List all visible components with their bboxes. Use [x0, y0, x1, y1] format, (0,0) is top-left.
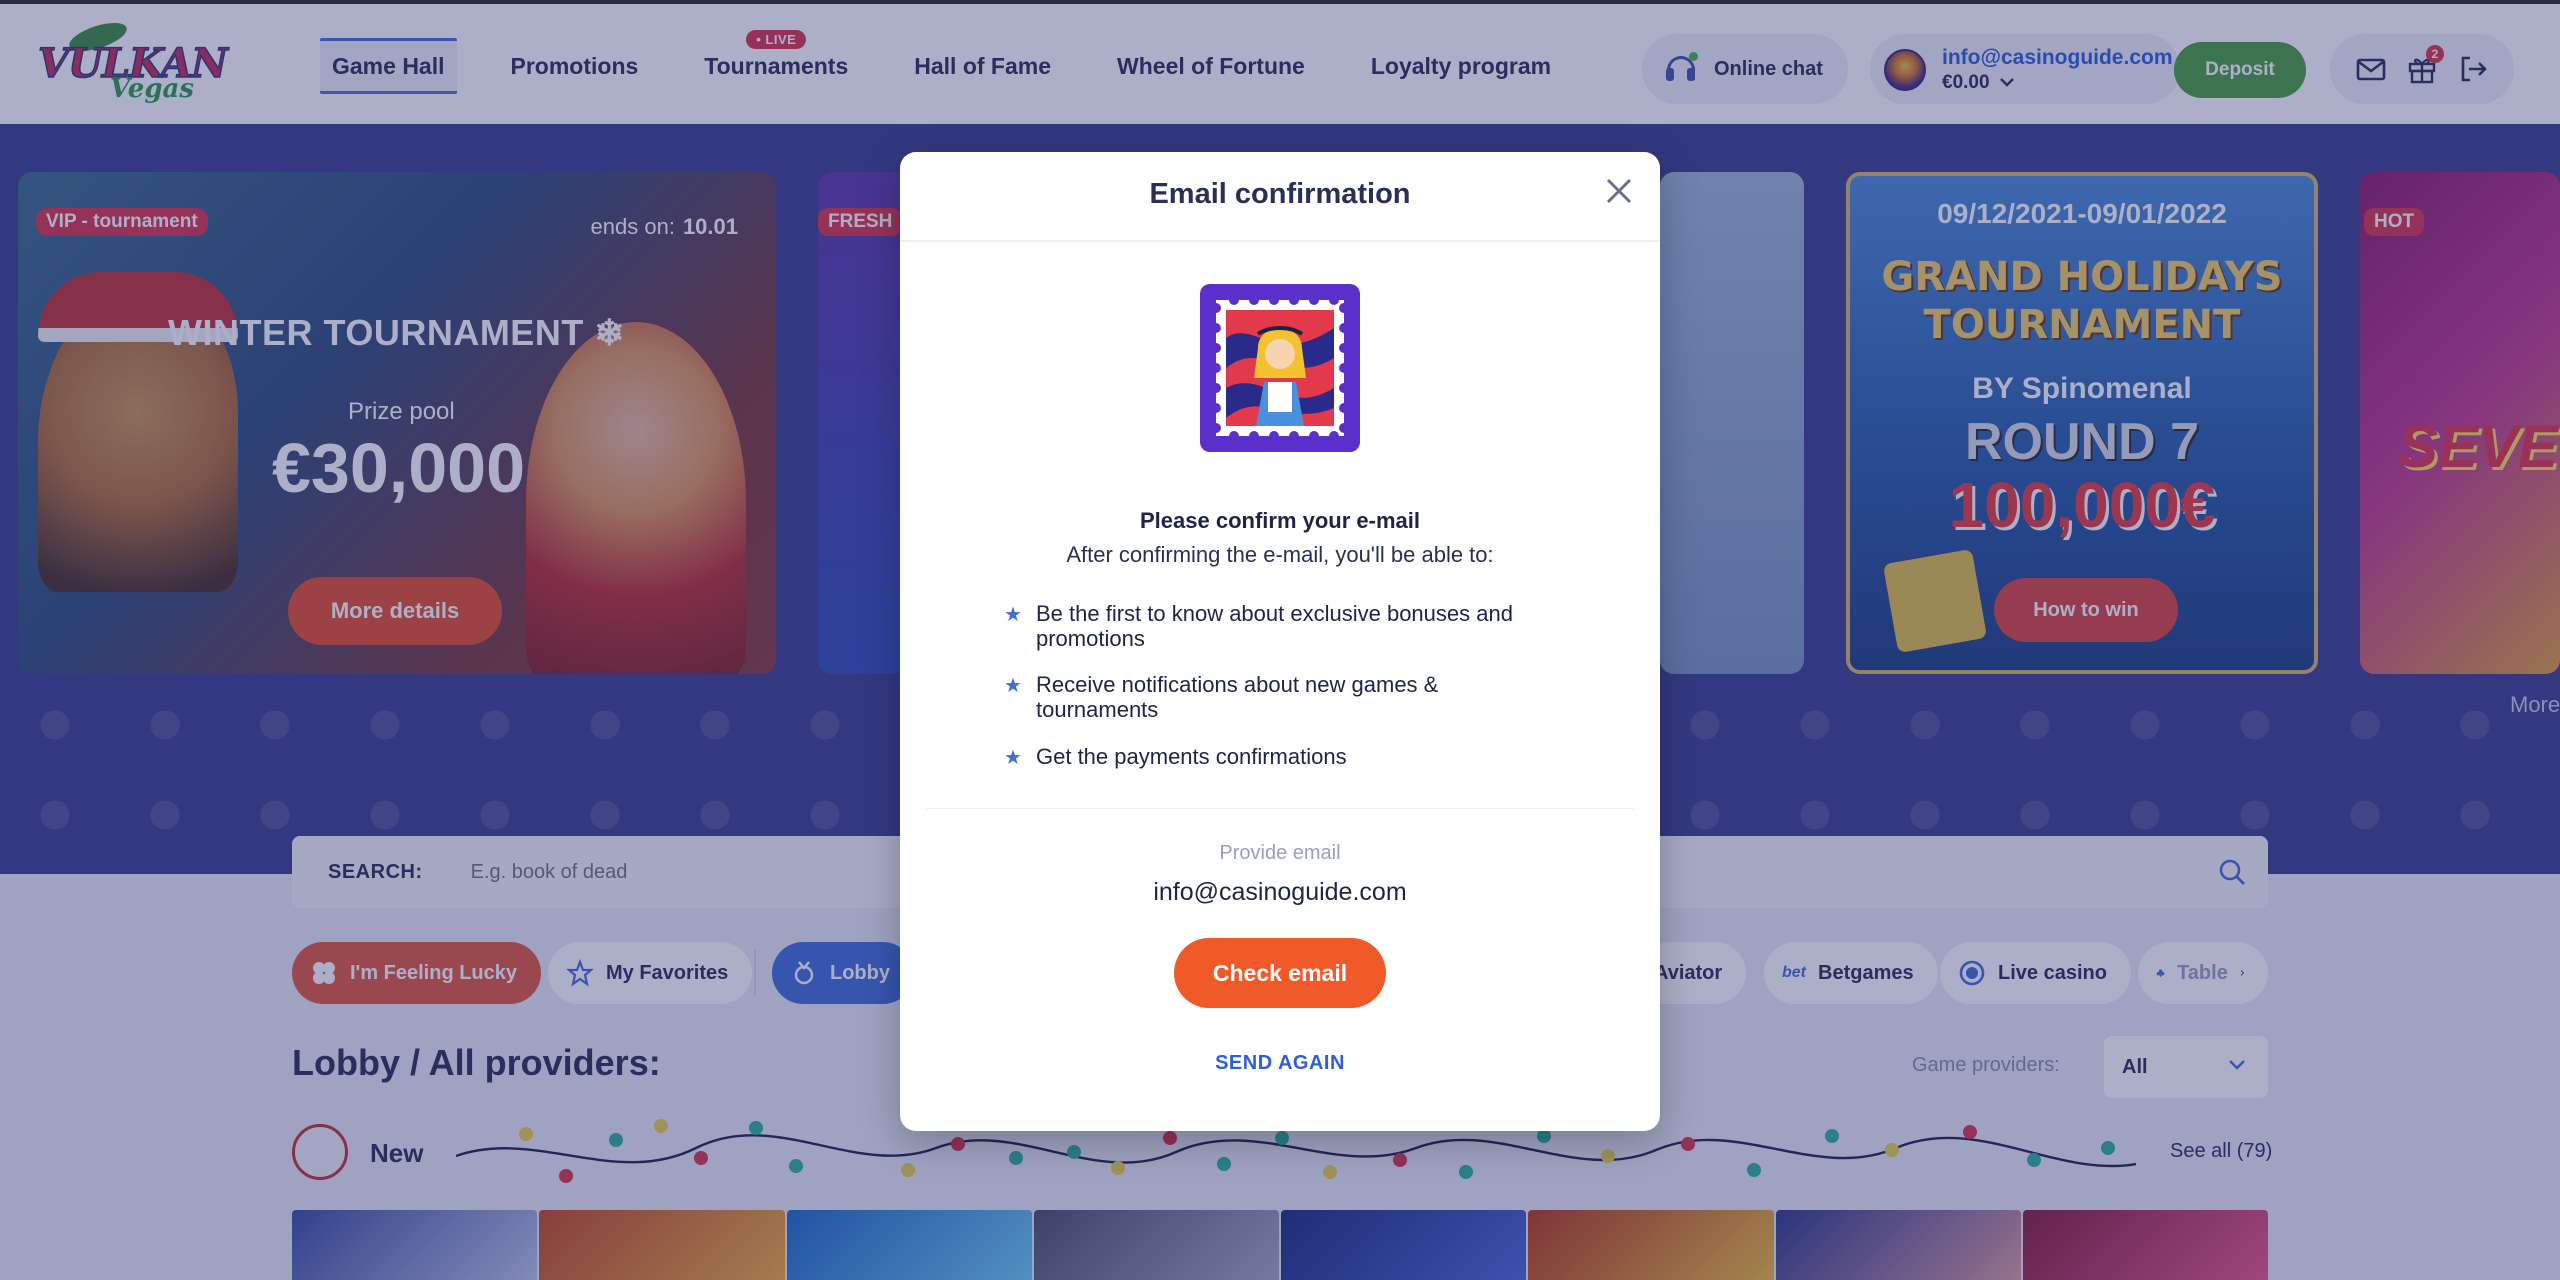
list-item: ★ Get the payments confirmations: [1004, 743, 1564, 770]
list-item: ★ Be the first to know about exclusive bo…: [1004, 601, 1564, 651]
benefit-text: Get the payments confirmations: [1036, 743, 1347, 769]
modal-title: Email confirmation: [1149, 178, 1411, 210]
email-confirmation-modal: Email confirmation Please confirm your e…: [900, 152, 1660, 1131]
modal-divider: [900, 240, 1660, 242]
provided-email: info@casinoguide.com: [1153, 878, 1407, 906]
modal-divider-bottom: [926, 808, 1634, 809]
close-icon[interactable]: [1600, 172, 1638, 210]
confirm-subheading: After confirming the e-mail, you'll be a…: [1066, 542, 1494, 567]
send-again-link[interactable]: SEND AGAIN: [900, 1052, 1660, 1075]
star-icon: ★: [1004, 675, 1022, 698]
confirm-heading: Please confirm your e-mail: [1140, 508, 1420, 533]
benefit-text: Receive notifications about new games & …: [1036, 672, 1439, 722]
list-item: ★ Receive notifications about new games &…: [1004, 672, 1564, 722]
provide-email-label: Provide email: [1219, 842, 1341, 864]
star-icon: ★: [1004, 604, 1022, 626]
benefit-text: Be the first to know about exclusive bon…: [1036, 601, 1513, 651]
star-icon: ★: [1004, 746, 1022, 769]
benefits-list: ★ Be the first to know about exclusive bo…: [1004, 601, 1564, 791]
check-email-button[interactable]: Check email: [1174, 938, 1386, 1008]
stamp-illustration: [1200, 284, 1360, 452]
